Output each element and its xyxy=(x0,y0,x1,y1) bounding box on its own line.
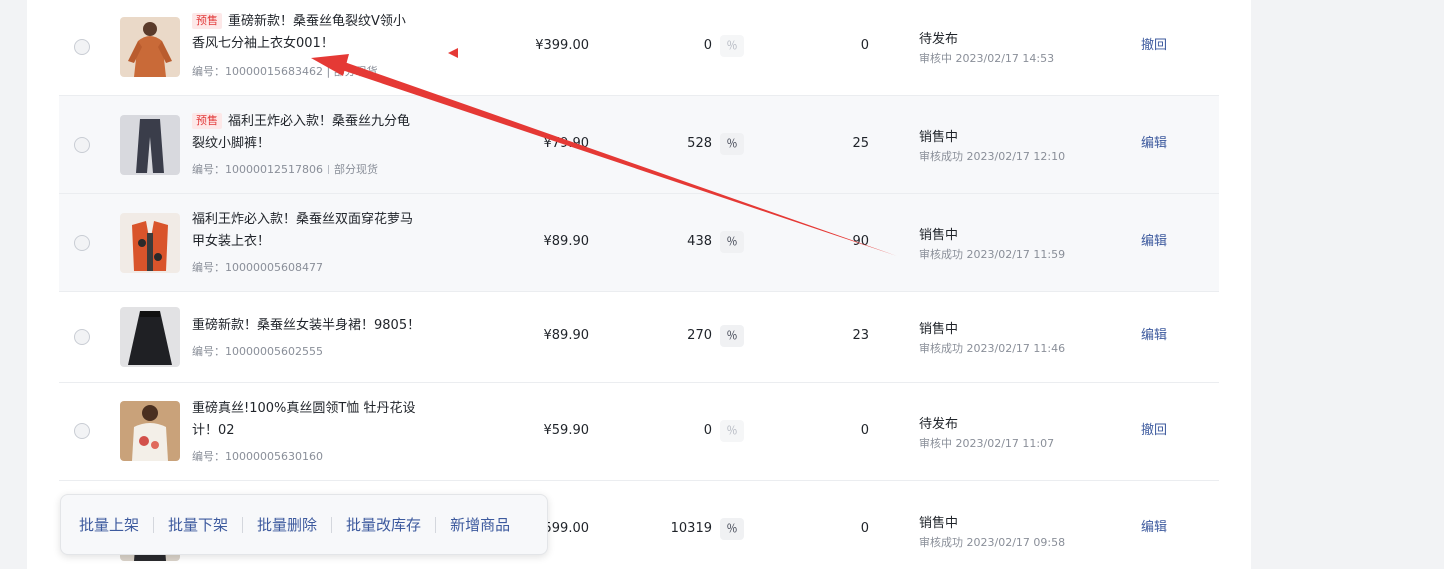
product-meta: 编号：10000015683462 | 部分现货 xyxy=(192,65,378,78)
product-thumbnail[interactable] xyxy=(120,401,180,461)
table-row: 预售 福利王炸必入款！桑蚕丝九分龟 裂纹小脚裤！ 编号：1000001251780… xyxy=(59,96,1219,194)
product-id: 编号：10000005602555 xyxy=(192,345,323,358)
meta-divider xyxy=(327,165,329,174)
product-price: ¥89.90 xyxy=(543,234,590,249)
product-stock: 10319 xyxy=(670,521,712,536)
audit-status: 审核中 2023/02/17 11:07 xyxy=(919,437,1055,450)
product-meta: 编号：10000005602555 xyxy=(192,343,323,359)
product-thumbnail-icon xyxy=(120,401,180,461)
edit-button[interactable]: 编辑 xyxy=(1141,132,1167,151)
table-row: 重磅新款！桑蚕丝女装半身裙！9805！ 编号：10000005602555 ¥8… xyxy=(59,292,1219,383)
product-thumbnail[interactable] xyxy=(120,213,180,273)
product-stock: 438 xyxy=(687,234,712,249)
product-title-line: 甲女装上衣！ xyxy=(192,234,271,249)
batch-divider xyxy=(153,516,155,533)
product-sales: 25 xyxy=(852,136,869,151)
product-price: ¥399.00 xyxy=(535,38,589,53)
presale-badge: 预售 xyxy=(192,13,222,29)
batch-on-shelf-button[interactable]: 批量上架 xyxy=(79,514,139,535)
product-stock: 0 xyxy=(703,423,712,438)
product-list-panel: 预售 重磅新款！桑蚕丝龟裂纹V领小 香风七分袖上衣女001！ 编号：1000001… xyxy=(27,0,1251,569)
product-id: 编号：10000005630160 xyxy=(192,450,323,463)
product-stock: 0 xyxy=(703,38,712,53)
add-product-button[interactable]: 新增商品 xyxy=(450,514,510,535)
stock-percent-button[interactable]: ％ xyxy=(720,133,744,155)
row-select-radio[interactable] xyxy=(74,137,90,153)
product-price: ¥89.90 xyxy=(543,328,590,343)
batch-divider xyxy=(435,516,437,533)
row-select-radio[interactable] xyxy=(74,235,90,251)
batch-divider xyxy=(331,516,333,533)
product-title[interactable]: 预售 重磅新款！桑蚕丝龟裂纹V领小 香风七分袖上衣女001！ xyxy=(192,11,462,55)
batch-delete-button[interactable]: 批量删除 xyxy=(257,514,317,535)
product-title-line: 重磅真丝!100%真丝圆领T恤 牡丹花设 xyxy=(192,401,416,416)
product-status: 销售中 xyxy=(919,516,959,531)
product-meta: 编号：10000012517806 部分现货 xyxy=(192,161,378,177)
product-stock: 270 xyxy=(687,328,712,343)
edit-button[interactable]: 编辑 xyxy=(1141,230,1167,249)
product-title-line: 重磅新款！桑蚕丝龟裂纹V领小 xyxy=(228,14,406,29)
withdraw-button[interactable]: 撤回 xyxy=(1141,419,1167,438)
product-meta: 编号：10000005630160 xyxy=(192,448,323,464)
product-status: 销售中 xyxy=(919,322,959,337)
product-status: 销售中 xyxy=(919,130,959,145)
batch-off-shelf-button[interactable]: 批量下架 xyxy=(168,514,228,535)
product-sales: 0 xyxy=(860,423,869,438)
product-status: 待发布 xyxy=(919,417,959,432)
row-select-radio[interactable] xyxy=(74,423,90,439)
stock-percent-button[interactable]: ％ xyxy=(720,420,744,442)
product-title-line: 裂纹小脚裤！ xyxy=(192,136,271,151)
product-price: ¥59.90 xyxy=(543,423,590,438)
product-status: 销售中 xyxy=(919,228,959,243)
row-select-radio[interactable] xyxy=(74,329,90,345)
edit-button[interactable]: 编辑 xyxy=(1141,516,1167,535)
product-title-line: 福利王炸必入款！桑蚕丝双面穿花萝马 xyxy=(192,212,414,227)
product-status: 待发布 xyxy=(919,32,959,47)
product-sales: 0 xyxy=(860,38,869,53)
audit-status: 审核成功 2023/02/17 09:58 xyxy=(919,536,1066,549)
row-select-radio[interactable] xyxy=(74,39,90,55)
stock-percent-button[interactable]: ％ xyxy=(720,231,744,253)
table-row: 预售 重磅新款！桑蚕丝龟裂纹V领小 香风七分袖上衣女001！ 编号：1000001… xyxy=(59,0,1219,96)
product-title[interactable]: 重磅新款！桑蚕丝女装半身裙！9805！ xyxy=(192,315,462,337)
stock-type: 部分现货 xyxy=(333,163,378,176)
product-meta: 编号：10000005608477 xyxy=(192,259,323,275)
audit-status: 审核成功 2023/02/17 12:10 xyxy=(919,150,1066,163)
product-sales: 23 xyxy=(852,328,869,343)
product-title[interactable]: 预售 福利王炸必入款！桑蚕丝九分龟 裂纹小脚裤！ xyxy=(192,111,462,155)
product-id: 编号：10000012517806 xyxy=(192,163,323,176)
batch-action-bar: 批量上架 批量下架 批量删除 批量改库存 新增商品 xyxy=(60,494,548,555)
product-sales: 90 xyxy=(852,234,869,249)
product-thumbnail-icon xyxy=(120,115,180,175)
withdraw-button[interactable]: 撤回 xyxy=(1141,34,1167,53)
product-title[interactable]: 重磅真丝!100%真丝圆领T恤 牡丹花设 计！02 xyxy=(192,398,462,442)
product-thumbnail-icon xyxy=(120,307,180,367)
batch-edit-stock-button[interactable]: 批量改库存 xyxy=(346,514,421,535)
product-sales: 0 xyxy=(860,521,869,536)
table-row: 福利王炸必入款！桑蚕丝双面穿花萝马 甲女装上衣！ 编号：100000056084… xyxy=(59,194,1219,292)
audit-status: 审核成功 2023/02/17 11:46 xyxy=(919,342,1066,355)
stock-percent-button[interactable]: ％ xyxy=(720,35,744,57)
product-price: ¥79.90 xyxy=(543,136,590,151)
product-thumbnail-icon xyxy=(120,213,180,273)
batch-divider xyxy=(242,516,244,533)
product-thumbnail[interactable] xyxy=(120,17,180,77)
presale-badge: 预售 xyxy=(192,113,222,129)
table-row: 重磅真丝!100%真丝圆领T恤 牡丹花设 计！02 编号：10000005630… xyxy=(59,383,1219,481)
product-thumbnail[interactable] xyxy=(120,307,180,367)
product-title-line: 计！02 xyxy=(192,423,235,438)
stock-percent-button[interactable]: ％ xyxy=(720,325,744,347)
stock-percent-button[interactable]: ％ xyxy=(720,518,744,540)
product-title-line: 重磅新款！桑蚕丝女装半身裙！9805！ xyxy=(192,318,421,333)
product-stock: 528 xyxy=(687,136,712,151)
product-title[interactable]: 福利王炸必入款！桑蚕丝双面穿花萝马 甲女装上衣！ xyxy=(192,209,462,253)
audit-status: 审核成功 2023/02/17 11:59 xyxy=(919,248,1066,261)
product-id: 编号：10000005608477 xyxy=(192,261,323,274)
product-title-line: 香风七分袖上衣女001！ xyxy=(192,36,334,51)
audit-status: 审核中 2023/02/17 14:53 xyxy=(919,52,1055,65)
product-title-line: 福利王炸必入款！桑蚕丝九分龟 xyxy=(228,114,411,129)
edit-button[interactable]: 编辑 xyxy=(1141,324,1167,343)
product-thumbnail-icon xyxy=(120,17,180,77)
product-thumbnail[interactable] xyxy=(120,115,180,175)
